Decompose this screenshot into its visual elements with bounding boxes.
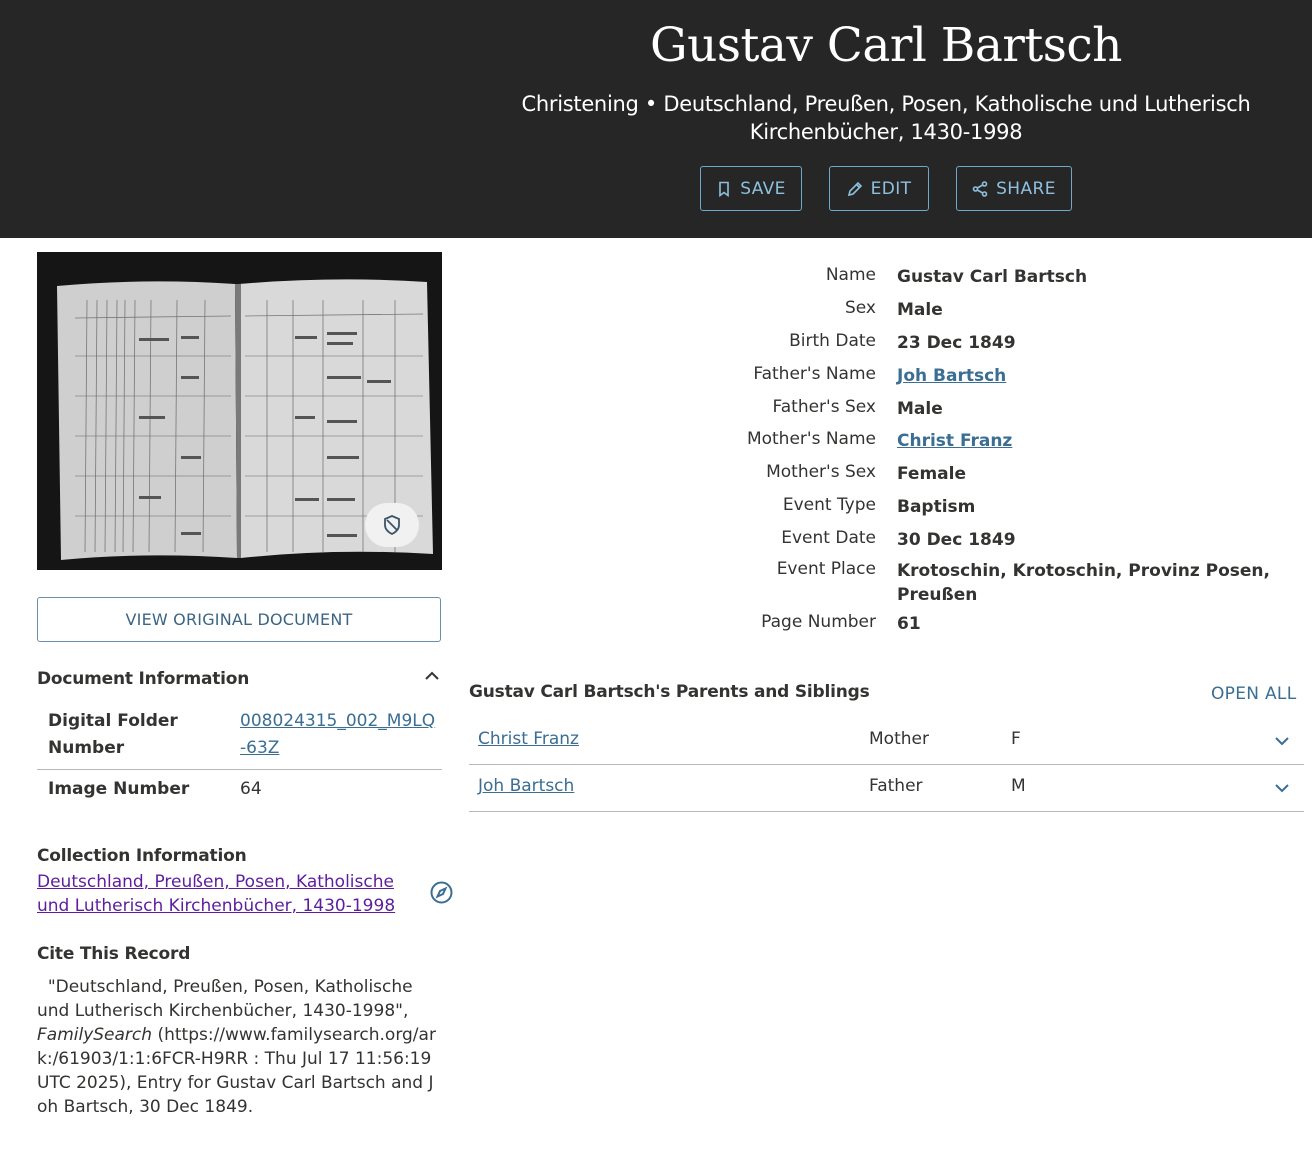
fact-label: Sex	[844, 298, 876, 318]
fact-value: Gustav Carl Bartsch	[897, 267, 1088, 287]
digital-folder-label: Digital Folder Number	[48, 711, 178, 758]
fact-label: Father's Sex	[772, 397, 876, 417]
fact-label: Mother's Name	[746, 429, 876, 449]
digital-folder-link[interactable]: 008024315_002_M9LQ-63Z	[240, 708, 440, 762]
fact-row: Birth Date 23 Dec 1849	[470, 331, 1312, 361]
citation-text: "Deutschland, Preußen, Posen, Katholisch…	[37, 975, 442, 1119]
view-original-document-button[interactable]: VIEW ORIGINAL DOCUMENT	[37, 597, 441, 642]
record-header: Gustav Carl Bartsch Christening • Deutsc…	[0, 0, 1312, 238]
fact-value: Female	[897, 464, 966, 484]
fact-row: Father's Name Joh Bartsch	[470, 364, 1312, 394]
compass-icon[interactable]	[429, 880, 454, 905]
fact-value: Male	[897, 399, 943, 419]
fact-value: 30 Dec 1849	[897, 530, 1016, 550]
page-subtitle: Christening • Deutschland, Preußen, Pose…	[521, 92, 1251, 144]
fact-row: Name Gustav Carl Bartsch	[470, 265, 1312, 295]
family-member-row[interactable]: Christ Franz Mother F	[469, 718, 1304, 765]
save-button[interactable]: SAVE	[700, 166, 802, 211]
image-number-value: 64	[240, 779, 262, 799]
edit-label: EDIT	[870, 178, 912, 199]
family-member-row[interactable]: Joh Bartsch Father M	[469, 765, 1304, 812]
fact-label: Page Number	[761, 612, 876, 632]
pencil-icon	[847, 181, 863, 197]
edit-button[interactable]: EDIT	[829, 166, 929, 211]
fact-label: Birth Date	[789, 331, 876, 351]
fact-label: Name	[825, 265, 876, 285]
fact-row: Mother's Sex Female	[470, 462, 1312, 492]
collection-info-heading: Collection Information	[37, 846, 247, 866]
fact-row: Mother's Name Christ Franz	[470, 429, 1312, 459]
fact-label: Father's Name	[753, 364, 876, 384]
fact-label: Event Date	[781, 528, 876, 548]
fact-row: Event Place Krotoschin, Krotoschin, Prov…	[470, 559, 1312, 609]
image-number-label: Image Number	[48, 779, 190, 799]
chevron-up-icon[interactable]	[423, 667, 441, 685]
fact-label: Event Place	[776, 559, 876, 579]
mother-name-link[interactable]: Christ Franz	[897, 429, 1012, 453]
fact-value: Krotoschin, Krotoschin, Provinz Posen, P…	[897, 561, 1270, 605]
save-label: SAVE	[740, 178, 786, 199]
shield-icon	[381, 514, 403, 536]
restricted-image-button[interactable]	[365, 503, 419, 547]
image-number-row: Image Number 64	[37, 770, 442, 810]
cite-heading: Cite This Record	[37, 944, 191, 964]
collection-link[interactable]: Deutschland, Preußen, Posen, Katholische…	[37, 870, 417, 918]
citation-part1: "Deutschland, Preußen, Posen, Katholisch…	[37, 977, 413, 1021]
family-heading: Gustav Carl Bartsch's Parents and Siblin…	[469, 682, 870, 702]
page-title: Gustav Carl Bartsch	[650, 18, 1122, 73]
share-icon	[972, 180, 988, 197]
share-button[interactable]: SHARE	[956, 166, 1072, 211]
fact-row: Sex Male	[470, 298, 1312, 328]
fact-row: Event Type Baptism	[470, 495, 1312, 525]
chevron-down-icon[interactable]	[1273, 732, 1291, 750]
bookmark-icon	[716, 181, 732, 197]
family-member-name-link[interactable]: Christ Franz	[478, 729, 579, 749]
document-info-heading: Document Information	[37, 669, 250, 689]
family-member-name-link[interactable]: Joh Bartsch	[478, 776, 574, 796]
family-member-sex: F	[1011, 729, 1021, 749]
family-member-relation: Father	[869, 776, 923, 796]
fact-value: Male	[897, 300, 943, 320]
share-label: SHARE	[996, 178, 1056, 199]
fact-label: Mother's Sex	[766, 462, 876, 482]
family-member-relation: Mother	[869, 729, 929, 749]
fact-row: Event Date 30 Dec 1849	[470, 528, 1312, 558]
family-member-sex: M	[1011, 776, 1026, 796]
digital-folder-row: Digital Folder Number 008024315_002_M9LQ…	[37, 704, 442, 770]
father-name-link[interactable]: Joh Bartsch	[897, 364, 1006, 388]
fact-value: 23 Dec 1849	[897, 333, 1016, 353]
fact-label: Event Type	[782, 495, 876, 515]
fact-value: Baptism	[897, 497, 976, 517]
fact-value: 61	[897, 614, 921, 634]
fact-row: Father's Sex Male	[470, 397, 1312, 427]
open-all-button[interactable]: OPEN ALL	[1211, 684, 1296, 704]
chevron-down-icon[interactable]	[1273, 779, 1291, 797]
fact-row: Page Number 61	[470, 612, 1312, 642]
citation-source: FamilySearch	[37, 1025, 153, 1045]
